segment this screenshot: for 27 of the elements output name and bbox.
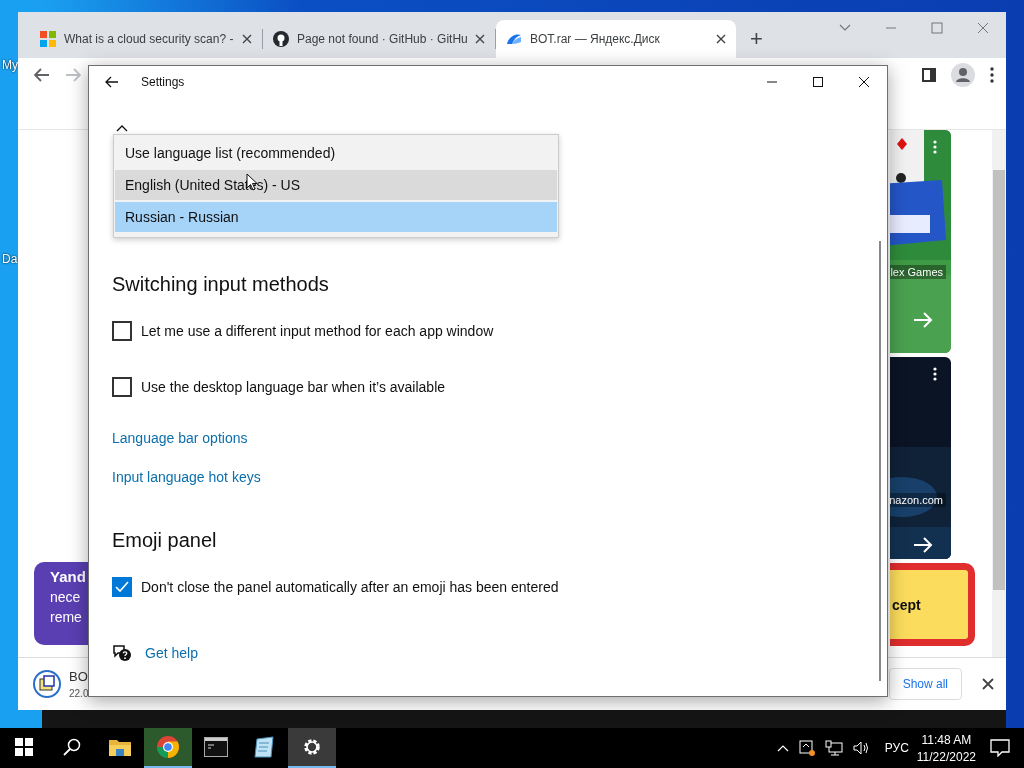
browser-tab[interactable]: What is a cloud security scan? - bbox=[30, 20, 262, 58]
checkbox-label: Don't close the panel automatically after an emoji has been entered bbox=[141, 579, 559, 595]
dropdown-option[interactable]: Russian - Russian bbox=[115, 202, 557, 232]
checkbox-label: Let me use a different input method for each app window bbox=[141, 323, 494, 339]
promo-text: reme bbox=[50, 608, 82, 627]
accept-button[interactable]: cept bbox=[890, 563, 975, 646]
card-caption: nazon.com bbox=[890, 493, 946, 507]
window-title: Settings bbox=[141, 75, 185, 89]
download-detail: 22.0 bbox=[69, 688, 89, 699]
settings-link[interactable]: Input language hot keys bbox=[112, 469, 261, 485]
new-tab-button[interactable]: + bbox=[744, 26, 769, 52]
language-indicator[interactable]: РУС bbox=[884, 741, 909, 755]
download-name[interactable]: BO bbox=[69, 669, 88, 684]
clock-date[interactable]: 11/22/2022 bbox=[916, 749, 976, 764]
section-heading: Emoji panel bbox=[112, 528, 217, 553]
dropdown-option[interactable]: Use language list (recommended) bbox=[115, 138, 557, 168]
promo-title: Yand bbox=[50, 567, 86, 587]
show-all-button[interactable]: Show all bbox=[888, 668, 962, 700]
checkbox-label: Use the desktop language bar when it’s available bbox=[141, 379, 446, 395]
help-link[interactable]: Get help bbox=[145, 645, 198, 661]
settings-link[interactable]: Language bar options bbox=[112, 430, 248, 446]
promo-text: nece bbox=[50, 588, 81, 607]
browser-tab[interactable]: BOT.rar — Яндекс.Диск bbox=[496, 20, 736, 58]
card-caption: lex Games bbox=[890, 265, 946, 279]
section-heading: Switching input methods bbox=[112, 272, 329, 297]
clock-time[interactable]: 11:48 AM bbox=[921, 732, 972, 747]
browser-tab[interactable]: Page not found · GitHub · GitHu bbox=[263, 20, 495, 58]
